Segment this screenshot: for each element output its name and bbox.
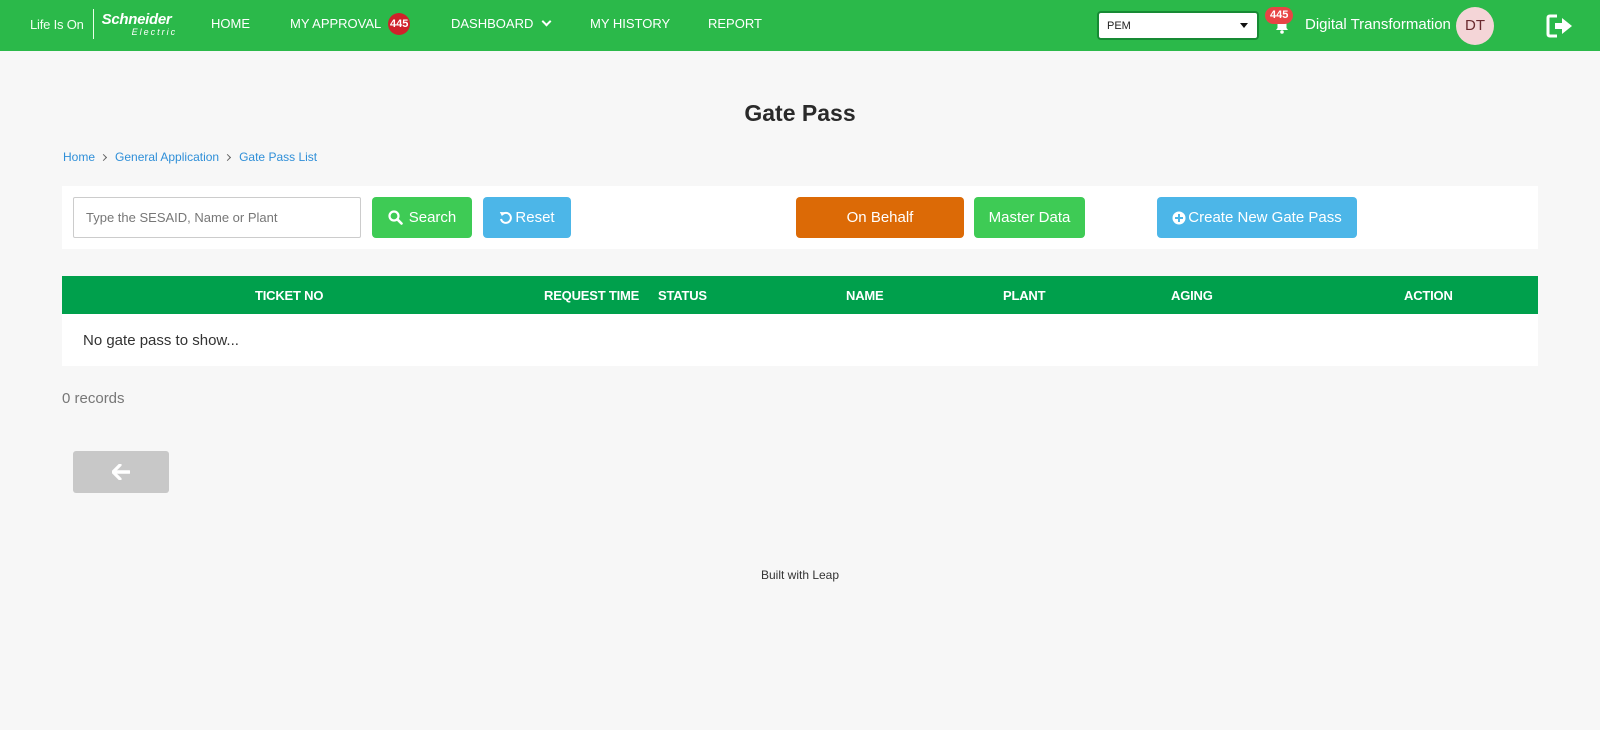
table-header: TICKET NO REQUEST TIME STATUS NAME PLANT… xyxy=(62,276,1538,314)
column-header-status[interactable]: STATUS xyxy=(658,288,707,303)
brand-company: Schneider xyxy=(101,10,172,28)
column-header-ticket-no[interactable]: TICKET NO xyxy=(255,288,323,303)
records-count: 0 records xyxy=(62,390,125,407)
nav-home[interactable]: HOME xyxy=(211,16,250,32)
column-header-name[interactable]: NAME xyxy=(846,288,884,303)
on-behalf-button-label: On Behalf xyxy=(846,209,914,226)
search-icon xyxy=(388,210,403,225)
breadcrumb-gate-pass-list[interactable]: Gate Pass List xyxy=(239,150,317,164)
search-button[interactable]: Search xyxy=(372,197,472,238)
avatar[interactable]: DT xyxy=(1456,7,1494,45)
brand-divider xyxy=(92,9,94,39)
user-name[interactable]: Digital Transformation xyxy=(1305,16,1451,34)
reset-button-label: Reset xyxy=(515,209,555,226)
nav-my-history[interactable]: MY HISTORY xyxy=(590,16,670,32)
column-header-action: ACTION xyxy=(1404,288,1453,303)
column-header-request-time[interactable]: REQUEST TIME xyxy=(544,288,639,303)
brand-tagline: Life Is On xyxy=(30,16,84,32)
plus-circle-icon xyxy=(1172,211,1186,224)
chevron-right-icon xyxy=(224,153,232,161)
plant-select-value: PEM xyxy=(1107,20,1131,32)
column-header-plant[interactable]: PLANT xyxy=(1003,288,1046,303)
action-toolbar: Search Reset On Behalf Master Data Creat… xyxy=(62,186,1538,249)
table-body: No gate pass to show... xyxy=(62,314,1538,366)
footer-text: Built with Leap xyxy=(760,568,840,582)
nav-dashboard[interactable]: DASHBOARD xyxy=(451,16,552,32)
arrow-left-icon xyxy=(112,464,130,480)
top-navbar: Life Is On Schneider Electric HOME MY AP… xyxy=(0,0,1600,51)
create-gate-pass-button[interactable]: Create New Gate Pass xyxy=(1157,197,1357,238)
column-header-aging[interactable]: AGING xyxy=(1171,288,1213,303)
search-button-label: Search xyxy=(408,209,457,226)
create-gate-pass-label: Create New Gate Pass xyxy=(1188,209,1342,226)
on-behalf-button[interactable]: On Behalf xyxy=(796,197,964,238)
notification-count-badge: 445 xyxy=(1265,7,1294,24)
approval-count-badge: 445 xyxy=(388,13,411,35)
search-input[interactable] xyxy=(73,197,361,238)
page-title: Gate Pass xyxy=(744,100,856,126)
breadcrumb-home[interactable]: Home xyxy=(63,150,95,164)
reset-button[interactable]: Reset xyxy=(483,197,571,238)
brand-wordmark: Schneider Electric xyxy=(102,12,178,37)
plant-select[interactable]: PEM xyxy=(1097,11,1259,40)
breadcrumb-general-application[interactable]: General Application xyxy=(115,150,219,164)
breadcrumb: Home General Application Gate Pass List xyxy=(63,150,317,164)
master-data-button-label: Master Data xyxy=(988,209,1071,226)
empty-table-message: No gate pass to show... xyxy=(83,332,239,349)
chevron-right-icon xyxy=(99,153,108,161)
back-button[interactable] xyxy=(73,451,169,493)
caret-down-icon xyxy=(1240,23,1248,28)
brand-logo[interactable]: Life Is On Schneider Electric xyxy=(30,8,177,40)
undo-icon xyxy=(500,211,513,224)
master-data-button[interactable]: Master Data xyxy=(974,197,1085,238)
brand-division: Electric xyxy=(131,26,178,37)
nav-dashboard-label: DASHBOARD xyxy=(451,16,534,31)
chevron-down-icon xyxy=(541,16,552,27)
nav-my-approval[interactable]: MY APPROVAL xyxy=(290,16,381,32)
logout-icon[interactable] xyxy=(1546,13,1574,39)
nav-report[interactable]: REPORT xyxy=(708,16,762,32)
